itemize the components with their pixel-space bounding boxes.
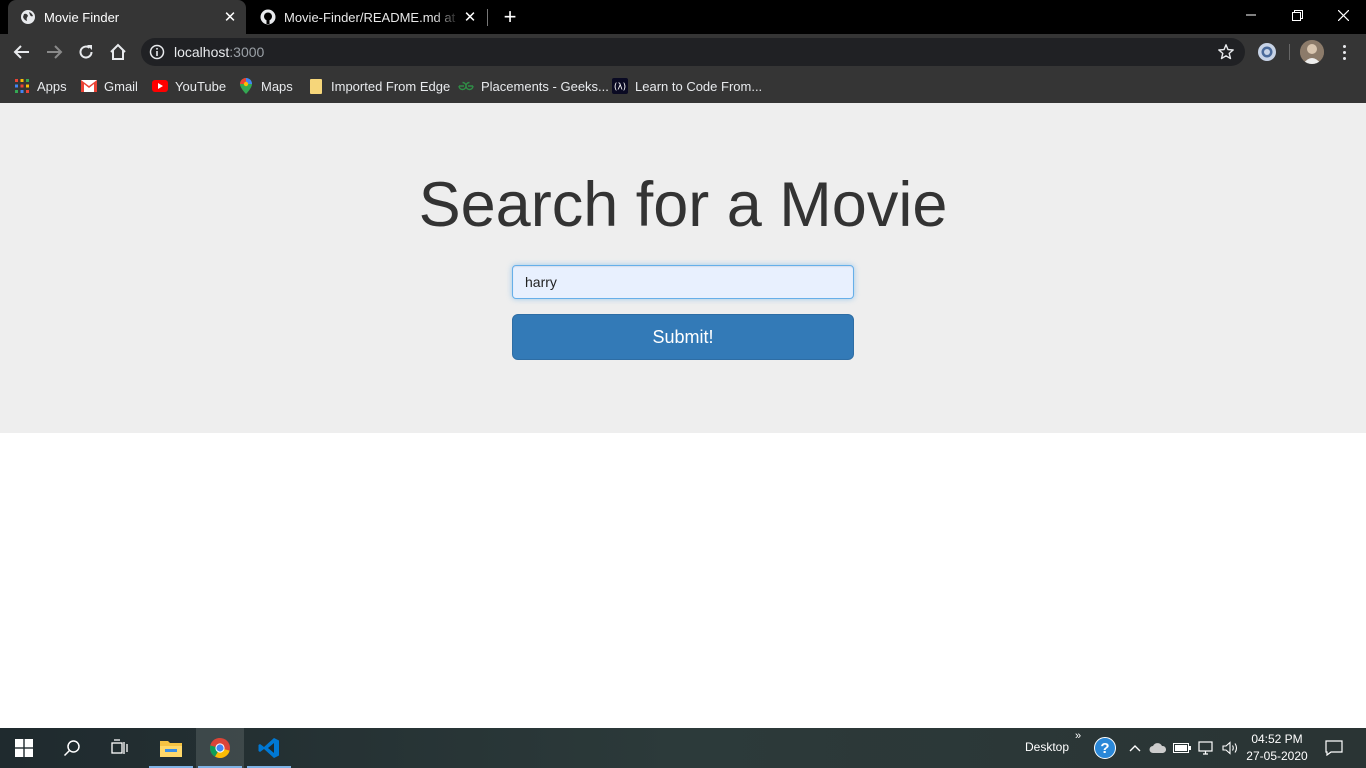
geeksforgeeks-icon bbox=[458, 78, 474, 94]
bookmark-label: Maps bbox=[261, 78, 293, 94]
close-tab-icon[interactable]: ✕ bbox=[220, 7, 240, 27]
task-view-icon bbox=[111, 739, 128, 754]
apps-grid-icon bbox=[14, 78, 30, 94]
back-button[interactable] bbox=[7, 37, 37, 67]
action-center-icon[interactable] bbox=[1323, 738, 1345, 758]
bookmarks-bar: Apps Gmail YouTube Maps Imported From Ed… bbox=[0, 70, 1366, 103]
browser-tab-strip: Movie Finder ✕ Movie-Finder/README.md at… bbox=[0, 0, 1366, 34]
clock-time: 04:52 PM bbox=[1251, 732, 1303, 746]
bookmark-label: YouTube bbox=[175, 78, 227, 94]
bookmark-maps[interactable]: Maps bbox=[238, 75, 293, 97]
restore-icon bbox=[1291, 9, 1303, 21]
forward-button[interactable] bbox=[39, 37, 69, 67]
tab-movie-finder[interactable]: Movie Finder ✕ bbox=[8, 0, 246, 34]
battery-icon[interactable] bbox=[1172, 738, 1192, 758]
browser-menu-icon[interactable] bbox=[1334, 40, 1354, 64]
info-icon[interactable] bbox=[149, 44, 165, 60]
profile-avatar[interactable] bbox=[1300, 40, 1324, 64]
address-bar[interactable]: localhost:3000 bbox=[141, 38, 1245, 66]
task-view-button[interactable] bbox=[96, 728, 144, 768]
close-window-button[interactable] bbox=[1320, 0, 1366, 30]
reload-button[interactable] bbox=[71, 37, 101, 67]
url-port: :3000 bbox=[229, 44, 265, 60]
toolbar-separator bbox=[1289, 44, 1290, 60]
movie-search-input[interactable] bbox=[512, 265, 854, 299]
search-button[interactable] bbox=[48, 728, 96, 768]
minimize-button[interactable] bbox=[1228, 0, 1274, 30]
volume-icon[interactable] bbox=[1221, 738, 1241, 758]
bookmark-label: Imported From Edge bbox=[331, 78, 451, 94]
bookmark-imported-from-edge[interactable]: Imported From Edge bbox=[308, 75, 450, 97]
bookmark-label: Placements - Geeks... bbox=[481, 78, 609, 94]
help-icon[interactable]: ? bbox=[1094, 737, 1116, 759]
svg-text:?: ? bbox=[1100, 740, 1109, 757]
jumbotron: Search for a Movie Submit! bbox=[0, 103, 1366, 433]
file-explorer-button[interactable] bbox=[147, 728, 195, 768]
freecodecamp-icon: (λ) bbox=[612, 78, 628, 94]
close-icon bbox=[1337, 9, 1349, 21]
vscode-icon bbox=[258, 738, 279, 758]
page-content: Search for a Movie Submit! bbox=[0, 103, 1366, 728]
windows-taskbar: Desktop » ? 04:52 PM 27-05-2020 bbox=[0, 728, 1366, 768]
bookmark-learn-to-code[interactable]: (λ) Learn to Code From... bbox=[612, 75, 762, 97]
vscode-taskbar-button[interactable] bbox=[245, 728, 293, 768]
network-icon[interactable] bbox=[1197, 738, 1217, 758]
close-tab-icon[interactable]: ✕ bbox=[460, 7, 480, 27]
show-hidden-icons-chevron-icon[interactable] bbox=[1125, 738, 1145, 758]
forward-arrow-icon bbox=[47, 45, 63, 59]
folder-icon bbox=[160, 741, 182, 757]
page-title: Search for a Movie bbox=[418, 170, 948, 240]
toolbar-expand-icon[interactable]: » bbox=[1075, 730, 1081, 742]
maps-pin-icon bbox=[238, 78, 254, 94]
new-tab-button[interactable]: + bbox=[498, 5, 522, 29]
tab-title: Movie Finder bbox=[44, 9, 120, 25]
bookmark-placements-geeks[interactable]: Placements - Geeks... bbox=[458, 75, 609, 97]
bookmark-label: Gmail bbox=[104, 78, 138, 94]
chrome-taskbar-button[interactable] bbox=[196, 728, 244, 768]
reload-icon bbox=[79, 45, 93, 59]
svg-text:(λ): (λ) bbox=[614, 83, 626, 93]
bookmark-gmail[interactable]: Gmail bbox=[81, 75, 138, 97]
back-arrow-icon bbox=[13, 45, 29, 59]
youtube-icon bbox=[152, 78, 168, 94]
folder-icon bbox=[308, 78, 324, 94]
bookmark-label: Learn to Code From... bbox=[635, 78, 763, 94]
chrome-icon bbox=[209, 738, 230, 759]
tab-separator bbox=[487, 9, 488, 26]
tab-readme[interactable]: Movie-Finder/README.md at master ✕ bbox=[248, 0, 486, 34]
globe-icon bbox=[20, 9, 36, 25]
submit-button[interactable]: Submit! bbox=[512, 314, 854, 360]
bookmark-apps[interactable]: Apps bbox=[14, 75, 67, 97]
home-icon bbox=[110, 43, 126, 60]
desktop-toolbar-label[interactable]: Desktop bbox=[1025, 740, 1069, 754]
bookmark-youtube[interactable]: YouTube bbox=[152, 75, 226, 97]
browser-toolbar: localhost:3000 bbox=[0, 34, 1366, 70]
system-clock[interactable]: 04:52 PM 27-05-2020 bbox=[1240, 731, 1314, 765]
start-button[interactable] bbox=[0, 728, 48, 768]
restore-button[interactable] bbox=[1274, 0, 1320, 30]
search-icon bbox=[63, 740, 80, 757]
minimize-icon bbox=[1246, 14, 1256, 16]
tab-title: Movie-Finder/README.md at master bbox=[284, 9, 460, 25]
bookmark-label: Apps bbox=[37, 78, 67, 94]
bookmark-star-icon[interactable] bbox=[1217, 43, 1235, 61]
github-icon bbox=[260, 9, 276, 25]
clock-date: 27-05-2020 bbox=[1246, 749, 1308, 763]
windows-logo-icon bbox=[15, 739, 33, 757]
onedrive-cloud-icon[interactable] bbox=[1148, 738, 1168, 758]
url-host: localhost bbox=[174, 44, 230, 60]
url-text: localhost:3000 bbox=[174, 44, 264, 60]
gmail-icon bbox=[81, 78, 97, 94]
extension-icon[interactable] bbox=[1257, 42, 1277, 62]
home-button[interactable] bbox=[103, 37, 133, 67]
